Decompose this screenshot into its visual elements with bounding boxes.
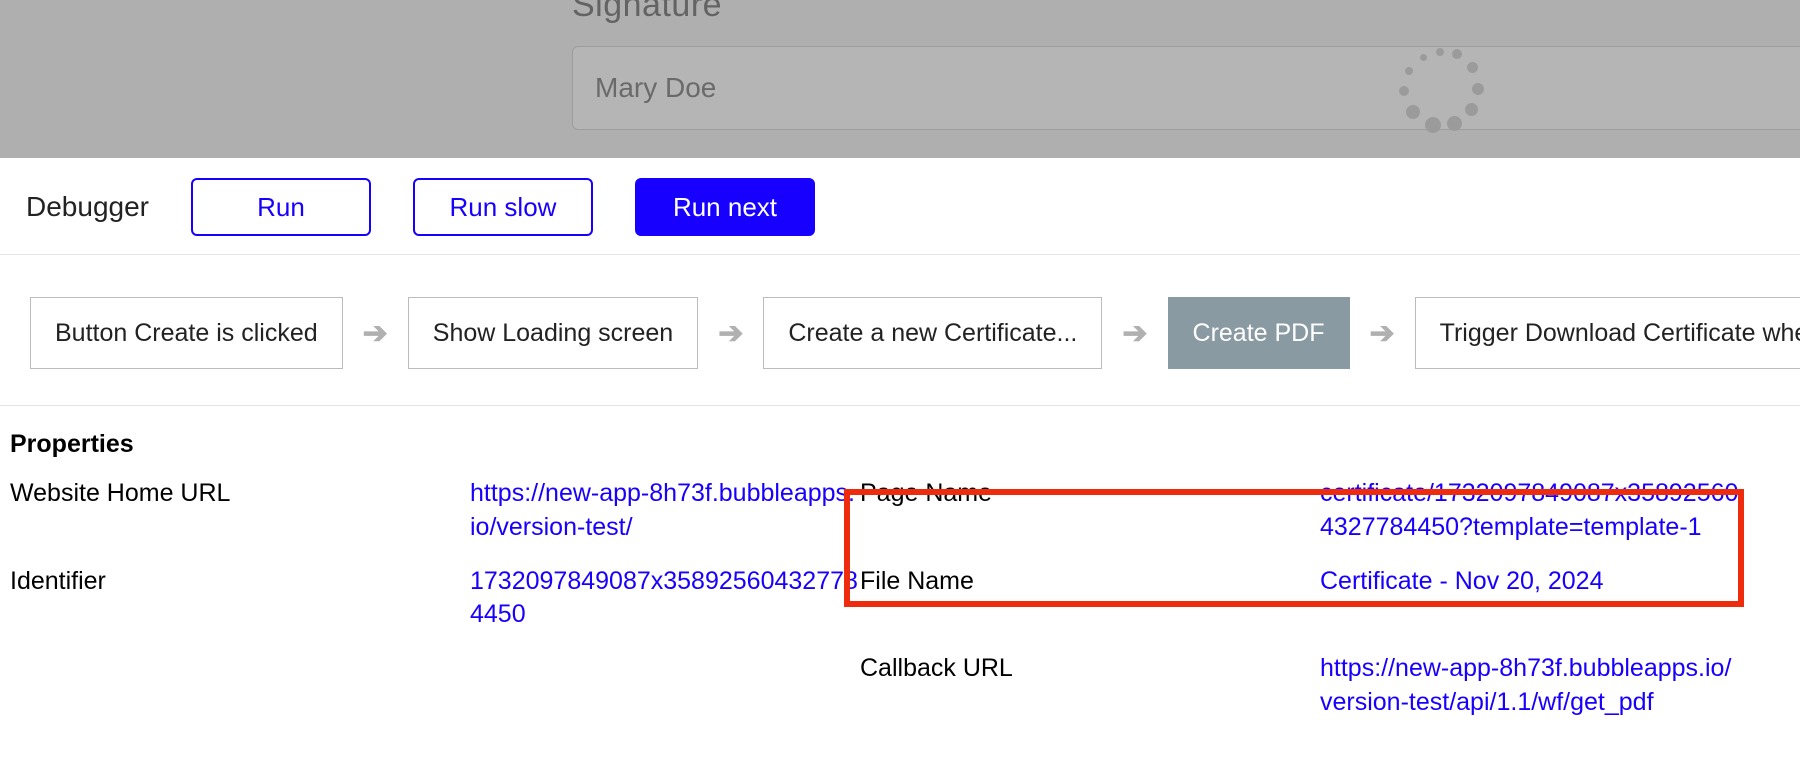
- arrow-right-icon: ➔: [363, 316, 388, 351]
- prop-label-identifier: Identifier: [10, 565, 470, 633]
- properties-panel: Properties Website Home URL https://new-…: [0, 406, 1800, 720]
- prop-value-identifier[interactable]: 1732097849087x358925604327784450: [470, 565, 860, 633]
- prop-value-page-name[interactable]: certificate/1732097849087x35892560432778…: [1320, 477, 1740, 545]
- properties-heading: Properties: [10, 430, 1790, 459]
- prop-value-file-name[interactable]: Certificate - Nov 20, 2024: [1320, 565, 1740, 633]
- arrow-right-icon: ➔: [1122, 316, 1147, 351]
- prop-label-file-name: File Name: [860, 565, 1320, 633]
- prop-label-website-home-url: Website Home URL: [10, 477, 470, 545]
- signature-heading: Signature: [572, 0, 722, 25]
- prop-label-callback-url: Callback URL: [860, 652, 1320, 720]
- run-button[interactable]: Run: [191, 178, 371, 236]
- signature-input[interactable]: Mary Doe: [572, 46, 1800, 130]
- run-slow-button[interactable]: Run slow: [413, 178, 593, 236]
- arrow-right-icon: ➔: [718, 316, 743, 351]
- workflow-step-4[interactable]: Trigger Download Certificate when: [1415, 297, 1800, 369]
- workflow-step-1[interactable]: Show Loading screen: [408, 297, 698, 369]
- prop-value-website-home-url[interactable]: https://new-app-8h73f.bubbleapps.io/vers…: [470, 477, 860, 545]
- prop-value-callback-url[interactable]: https://new-app-8h73f.bubbleapps.io/vers…: [1320, 652, 1740, 720]
- run-next-button[interactable]: Run next: [635, 178, 815, 236]
- arrow-right-icon: ➔: [1370, 316, 1395, 351]
- app-backdrop: Signature Mary Doe: [0, 0, 1800, 158]
- debugger-title: Debugger: [26, 191, 149, 223]
- workflow-steps: Button Create is clicked ➔ Show Loading …: [0, 255, 1800, 406]
- prop-label-page-name: Page Name: [860, 477, 1320, 545]
- workflow-step-3[interactable]: Create PDF: [1168, 297, 1350, 369]
- workflow-step-2[interactable]: Create a new Certificate...: [763, 297, 1102, 369]
- workflow-step-0[interactable]: Button Create is clicked: [30, 297, 343, 369]
- signature-value: Mary Doe: [595, 72, 716, 104]
- debugger-toolbar: Debugger Run Run slow Run next: [0, 158, 1800, 255]
